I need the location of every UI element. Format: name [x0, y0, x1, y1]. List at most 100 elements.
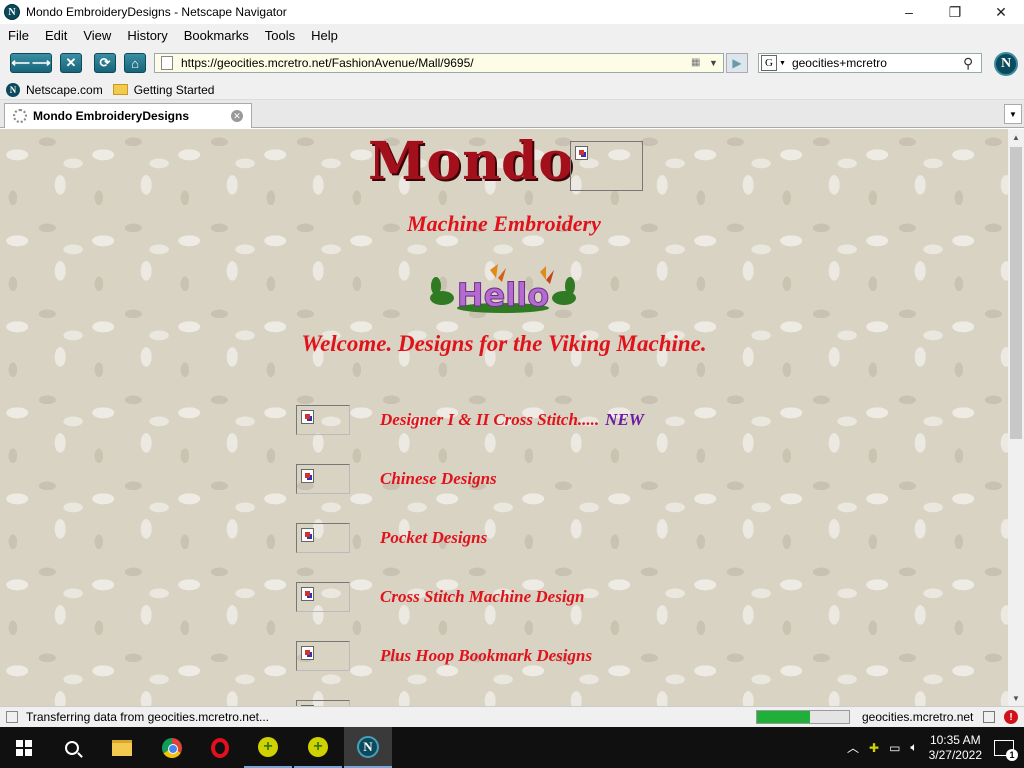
scroll-up-arrow-icon[interactable]: ▲ [1008, 129, 1024, 145]
search-input[interactable]: geocities+mcretro [792, 56, 963, 70]
go-button[interactable]: ▶ [726, 53, 748, 73]
menu-edit[interactable]: Edit [37, 28, 75, 43]
search-bar[interactable]: G ▼ geocities+mcretro ⚲ [758, 53, 982, 73]
close-tab-icon[interactable]: ✕ [231, 110, 243, 122]
go-arrow-icon: ▶ [732, 56, 742, 70]
menu-bookmarks[interactable]: Bookmarks [176, 28, 257, 43]
chrome-icon [162, 737, 182, 758]
loading-spinner-icon [13, 109, 27, 123]
minimize-button[interactable]: – [886, 0, 932, 24]
tab-bar: Mondo EmbroideryDesigns ✕ ▼ [0, 100, 1024, 128]
tab-list-dropdown[interactable]: ▼ [1004, 104, 1022, 124]
page-subtitle: Machine Embroidery [407, 211, 601, 236]
reload-icon: ⟳ [99, 55, 111, 70]
bookmark-netscape[interactable]: N Netscape.com [6, 82, 103, 97]
tray-plus-app-icon[interactable]: ✚ [869, 741, 879, 755]
broken-image-icon [301, 410, 314, 424]
menu-file[interactable]: File [0, 28, 37, 43]
start-button[interactable] [0, 727, 48, 768]
back-arrow-icon: ⟵ [11, 55, 30, 70]
loading-progress-bar [756, 710, 850, 724]
maximize-button[interactable]: ❐ [932, 0, 978, 24]
reload-button[interactable]: ⟳ [94, 53, 116, 73]
status-bar: Transferring data from geocities.mcretro… [0, 706, 1024, 727]
taskbar-app-plus-2[interactable]: + [294, 727, 342, 768]
search-engine-icon[interactable]: G [761, 55, 777, 71]
close-window-button[interactable]: ✕ [978, 0, 1024, 24]
tab-mondo[interactable]: Mondo EmbroideryDesigns ✕ [4, 103, 252, 128]
link-row: Pocket Designs [296, 523, 487, 553]
stop-button[interactable]: ✕ [60, 53, 82, 73]
url-dropdown-icon[interactable]: ▼ [709, 58, 723, 68]
netscape-icon: N [6, 82, 20, 97]
taskbar-opera[interactable] [196, 727, 244, 768]
url-text[interactable]: https://geocities.mcretro.net/FashionAve… [181, 56, 691, 70]
taskbar-search-button[interactable] [48, 727, 96, 768]
netscape-app-icon: N [4, 4, 20, 20]
link-chinese-designs[interactable]: Chinese Designs [380, 469, 497, 489]
clock-date: 3/27/2022 [928, 747, 982, 762]
clock[interactable]: 10:35 AM 3/27/2022 [929, 733, 982, 763]
progress-fill [757, 711, 811, 723]
window-title: Mondo EmbroideryDesigns - Netscape Navig… [26, 5, 287, 19]
windows-taskbar: + + N ︿ ✚ ▭ 🔈︎ 10:35 AM 3/27/2022 1 [0, 727, 1024, 768]
notification-count: 1 [1006, 748, 1018, 761]
link-label[interactable]: Designer I & II Cross Stitch..... [380, 410, 599, 429]
link-row: Plus Hoop Bookmark Designs [296, 641, 592, 671]
tray-overflow-chevron-icon[interactable]: ︿ [847, 739, 859, 756]
new-badge[interactable]: NEW [605, 410, 644, 429]
link-pocket-designs[interactable]: Pocket Designs [380, 528, 487, 548]
taskbar-chrome[interactable] [148, 727, 196, 768]
taskbar-netscape[interactable]: N [344, 727, 392, 768]
menu-view[interactable]: View [75, 28, 119, 43]
file-explorer-icon [112, 739, 132, 756]
link-row: Designer I & II Cross Stitch..... NEW [296, 405, 644, 435]
site-security-icon[interactable]: ▦ [691, 57, 705, 69]
system-tray: ︿ ✚ ▭ 🔈︎ 10:35 AM 3/27/2022 1 [842, 727, 1024, 768]
broken-image-icon [301, 528, 314, 542]
broken-image [296, 464, 350, 494]
volume-icon[interactable]: 🔈︎ [910, 740, 917, 755]
taskbar-file-explorer[interactable] [98, 727, 146, 768]
error-alert-icon[interactable]: ! [1004, 710, 1018, 724]
broken-image [296, 641, 350, 671]
opera-icon [211, 737, 229, 758]
security-lock-icon[interactable] [983, 711, 995, 723]
bookmark-getting-started[interactable]: Getting Started [109, 83, 214, 97]
broken-image-icon [301, 469, 314, 483]
tab-label: Mondo EmbroideryDesigns [33, 109, 190, 123]
broken-image [296, 523, 350, 553]
search-engine-dropdown-icon[interactable]: ▼ [779, 60, 786, 67]
page-icon [161, 56, 173, 70]
link-row: Cross Stitch Machine Design [296, 582, 585, 612]
title-bar: N Mondo EmbroideryDesigns - Netscape Nav… [0, 0, 1024, 24]
hello-animated-image: Hello [430, 264, 576, 315]
back-forward-button[interactable]: ⟵ ⟶ [10, 53, 52, 73]
folder-icon [112, 84, 128, 95]
scrollbar-thumb[interactable] [1010, 147, 1022, 439]
menu-history[interactable]: History [119, 28, 175, 43]
search-icon[interactable]: ⚲ [963, 55, 981, 72]
plus-app-icon: + [258, 736, 278, 757]
status-domain: geocities.mcretro.net [862, 710, 974, 724]
link-row: Chinese Designs [296, 464, 497, 494]
menu-help[interactable]: Help [303, 28, 346, 43]
link-cross-stitch-machine-design[interactable]: Cross Stitch Machine Design [380, 587, 585, 607]
address-bar[interactable]: https://geocities.mcretro.net/FashionAve… [154, 53, 724, 73]
windows-logo-icon [16, 739, 32, 756]
broken-image [296, 582, 350, 612]
network-icon[interactable]: ▭ [889, 741, 900, 755]
link-designer-cross-stitch[interactable]: Designer I & II Cross Stitch..... NEW [380, 410, 644, 430]
plus-app-icon: + [308, 736, 328, 757]
forward-arrow-icon: ⟶ [32, 55, 51, 70]
hello-text: Hello [457, 276, 549, 314]
scroll-down-arrow-icon[interactable]: ▼ [1008, 690, 1024, 706]
notification-center-icon[interactable]: 1 [994, 739, 1018, 761]
vertical-scrollbar[interactable]: ▲ ▼ [1008, 129, 1024, 706]
menu-tools[interactable]: Tools [257, 28, 303, 43]
netscape-throbber-icon[interactable]: N [994, 52, 1018, 76]
home-button[interactable]: ⌂ [124, 53, 146, 73]
broken-image-icon [575, 146, 588, 160]
link-plus-hoop-bookmark-designs[interactable]: Plus Hoop Bookmark Designs [380, 646, 592, 666]
taskbar-app-plus-1[interactable]: + [244, 727, 292, 768]
